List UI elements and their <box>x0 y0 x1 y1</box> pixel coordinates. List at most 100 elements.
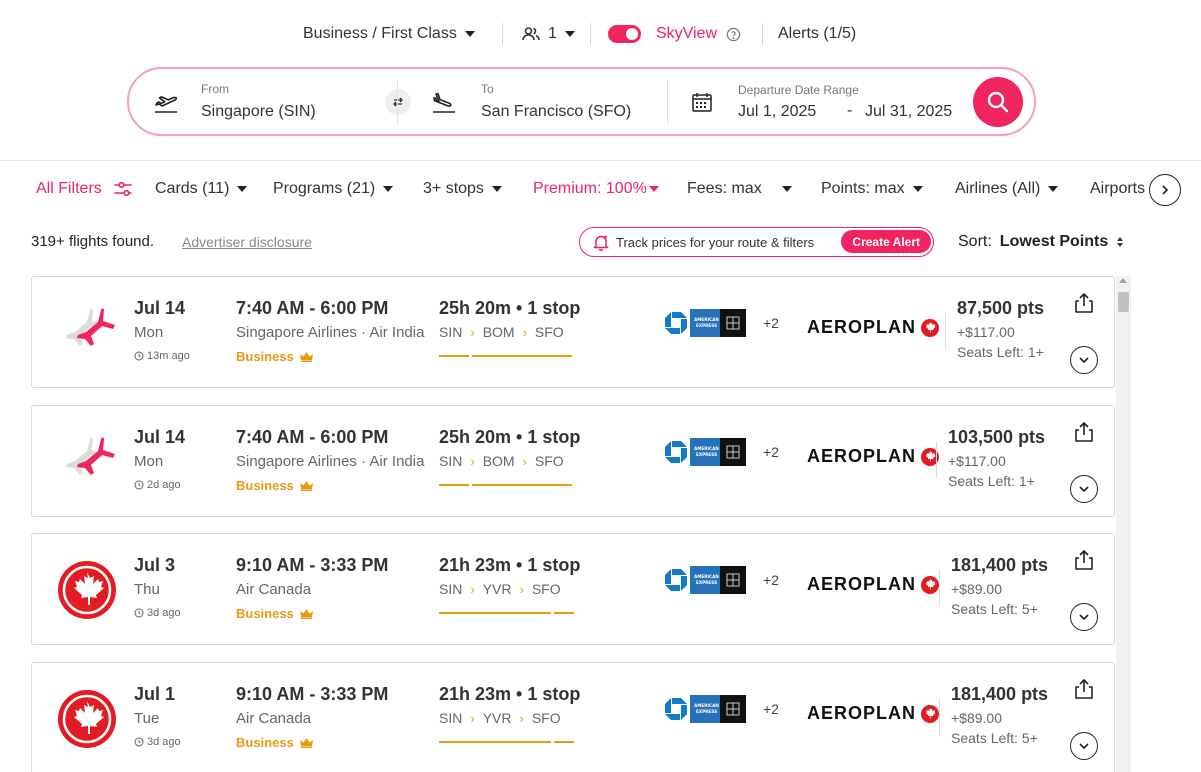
search-icon <box>986 90 1010 114</box>
stops-filter[interactable]: 3+ stops <box>423 172 502 206</box>
cash-fee: +$89.00 <box>951 710 1002 726</box>
search-button[interactable] <box>973 77 1023 127</box>
from-field[interactable]: Singapore (SIN) <box>201 103 316 121</box>
skyview-toggle[interactable] <box>608 25 641 43</box>
cash-fee: +$117.00 <box>948 453 1006 469</box>
chevron-down-icon <box>912 186 923 192</box>
amex-card-icon: AMERICAN EXPRESS <box>690 695 720 728</box>
to-label: To <box>481 82 494 96</box>
chevron-down-icon <box>564 31 575 37</box>
scroll-up-arrow[interactable] <box>1119 278 1127 283</box>
segment-bar <box>554 741 574 743</box>
points-filter[interactable]: Points: max <box>821 172 923 206</box>
stops-filter-label: 3+ stops <box>423 180 484 197</box>
svg-text:EXPRESS: EXPRESS <box>696 709 717 714</box>
passengers-select[interactable]: 1 <box>522 18 575 50</box>
all-filters-button[interactable]: All Filters <box>36 172 132 206</box>
card-icon <box>720 309 746 342</box>
points-price: 87,500 pts <box>957 298 1045 318</box>
sort-arrows-icon <box>1116 236 1124 248</box>
chevron-down-icon <box>648 186 659 192</box>
origin-airport: SIN <box>439 324 463 340</box>
points-filter-label: Points: max <box>821 180 905 197</box>
to-field[interactable]: San Francisco (SFO) <box>481 103 631 121</box>
cards-filter[interactable]: Cards (11) <box>155 172 248 206</box>
program-name: AEROPLAN <box>807 574 917 594</box>
passengers-count: 1 <box>548 25 557 42</box>
bell-icon <box>593 234 609 251</box>
scrollbar-thumb[interactable] <box>1118 292 1129 312</box>
maple-leaf-icon <box>920 704 940 724</box>
route-stops: SIN › YVR › SFO <box>439 710 561 726</box>
clock-icon <box>134 737 144 747</box>
airlines-filter[interactable]: Airlines (All) <box>955 172 1059 206</box>
amex-card-icon: AMERICAN EXPRESS <box>690 438 720 471</box>
plane-icon <box>56 304 118 361</box>
airports-filter[interactable]: Airports <box>1090 172 1145 206</box>
advertiser-disclosure-link[interactable]: Advertiser disclosure <box>182 234 312 250</box>
more-cards-count[interactable]: +2 <box>763 444 779 460</box>
segment-bar <box>472 355 572 357</box>
airlines-filter-label: Airlines (All) <box>955 180 1041 197</box>
cash-fee: +$89.00 <box>951 581 1002 597</box>
maple-leaf-icon <box>56 688 118 755</box>
cabin-class-text: Business <box>236 606 294 621</box>
cabin-select[interactable]: Business / First Class <box>303 18 475 50</box>
scroll-right-button[interactable] <box>1149 174 1181 206</box>
more-cards-count[interactable]: +2 <box>763 572 779 588</box>
flight-result-card[interactable]: Jul 3 Thu 3d ago 9:10 AM - 3:33 PM Air C… <box>31 533 1115 645</box>
flight-duration: 25h 20m • 1 stop <box>439 427 581 447</box>
chevron-right-icon: › <box>519 581 524 597</box>
flight-date: Jul 1 <box>134 684 176 704</box>
swap-button[interactable] <box>385 89 411 115</box>
top-bar: Business / First Class 1 SkyView Alerts … <box>0 18 1201 50</box>
more-cards-count[interactable]: +2 <box>763 701 779 717</box>
flight-result-card[interactable]: Jul 14 Mon 13m ago 7:40 AM - 6:00 PM Sin… <box>31 276 1115 388</box>
seats-left: Seats Left: 5+ <box>951 601 1038 617</box>
share-icon[interactable] <box>1073 421 1095 448</box>
date-end-field[interactable]: Jul 31, 2025 <box>865 103 952 121</box>
divider <box>397 79 398 125</box>
expand-button[interactable] <box>1070 603 1098 631</box>
expand-button[interactable] <box>1070 732 1098 760</box>
expand-button[interactable] <box>1070 346 1098 374</box>
fees-filter[interactable]: Fees: max <box>687 172 792 206</box>
premium-filter[interactable]: Premium: 100% <box>533 172 659 206</box>
programs-filter[interactable]: Programs (21) <box>273 172 394 206</box>
share-icon[interactable] <box>1073 292 1095 319</box>
points-price: 103,500 pts <box>948 427 1046 447</box>
share-icon[interactable] <box>1073 678 1095 705</box>
svg-text:AMERICAN: AMERICAN <box>694 703 719 708</box>
clock-icon <box>134 608 144 618</box>
help-icon[interactable] <box>726 27 741 42</box>
layover-airport: YVR <box>482 710 512 726</box>
share-icon[interactable] <box>1073 549 1095 576</box>
chevron-down-icon <box>237 186 248 192</box>
sort-select[interactable]: Sort: Lowest Points <box>958 233 1124 251</box>
more-cards-count[interactable]: +2 <box>763 315 779 331</box>
crown-icon <box>299 737 313 748</box>
flight-duration: 21h 23m • 1 stop <box>439 684 581 704</box>
flight-date: Jul 14 <box>134 427 186 447</box>
operating-airlines: Air Canada <box>236 710 312 727</box>
flight-result-card[interactable]: Jul 1 Tue 3d ago 9:10 AM - 3:33 PM Air C… <box>31 662 1115 772</box>
chase-card-icon <box>664 311 688 340</box>
flight-date: Jul 3 <box>134 555 176 575</box>
date-start-field[interactable]: Jul 1, 2025 <box>738 103 816 121</box>
scrollbar-track[interactable] <box>1116 276 1131 772</box>
segment-bar <box>439 355 469 357</box>
create-alert-button[interactable]: Create Alert <box>841 230 931 253</box>
chase-card-icon <box>664 697 688 726</box>
operating-airlines: Air Canada <box>236 581 312 598</box>
updated-time-text: 3d ago <box>147 736 181 748</box>
airports-filter-label: Airports <box>1090 180 1146 197</box>
expand-button[interactable] <box>1070 475 1098 503</box>
aeroplan-logo: AEROPLAN <box>807 317 940 338</box>
programs-filter-label: Programs (21) <box>273 180 376 197</box>
filter-bar: All Filters Cards (11) Programs (21) 3+ … <box>0 172 1201 206</box>
alerts-link[interactable]: Alerts (1/5) <box>778 18 856 50</box>
divider <box>936 442 937 478</box>
landing-icon <box>431 89 457 120</box>
flight-result-card[interactable]: Jul 14 Mon 2d ago 7:40 AM - 6:00 PM Sing… <box>31 405 1115 517</box>
destination-airport: SFO <box>531 581 561 597</box>
